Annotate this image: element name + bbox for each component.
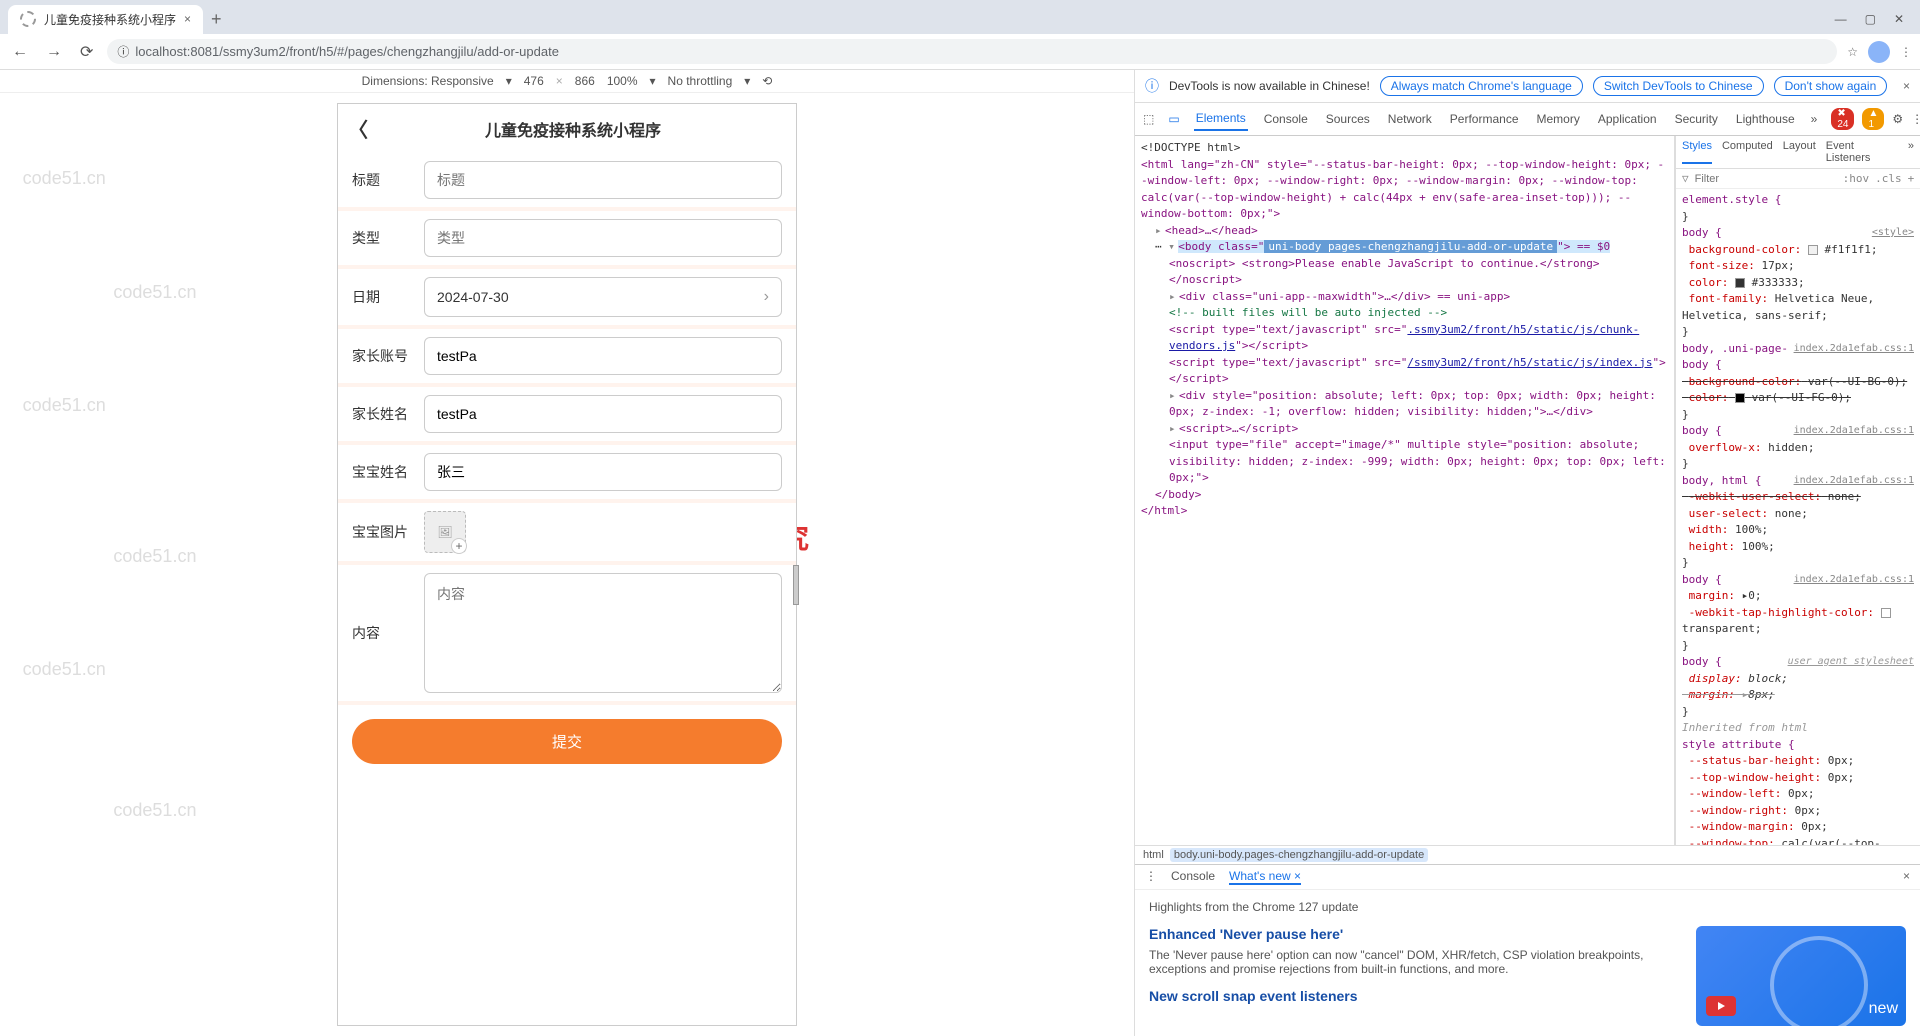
whatsnew-highlights: Highlights from the Chrome 127 update [1149,900,1906,914]
minimize-icon[interactable]: — [1835,12,1847,26]
input-type[interactable] [424,219,782,257]
resize-handle[interactable] [793,565,799,605]
rotate-icon[interactable]: ⟲ [762,74,772,88]
label-content: 内容 [352,573,424,643]
phone-preview: 〈 儿童免疫接种系统小程序 标题 类型 日期 2024-07-30 [337,103,797,1026]
warn-count: ▲ 1 [1862,108,1884,130]
browser-tab[interactable]: 儿童免疫接种系统小程序 × [8,5,203,34]
site-info-icon[interactable]: ⓘ [117,43,129,60]
tab-layout[interactable]: Layout [1783,140,1816,164]
url-text: localhost:8081/ssmy3um2/front/h5/#/pages… [135,44,559,59]
dont-show-button[interactable]: Don't show again [1774,76,1888,96]
bookmark-icon[interactable]: ☆ [1847,45,1858,59]
console-drawer: ⋮ Console What's new × × Highlights from… [1135,864,1920,1036]
devtools-tabs: ⬚ ▭ Elements Console Sources Network Per… [1135,103,1920,136]
banner-text: DevTools is now available in Chinese! [1169,79,1370,93]
tab-security[interactable]: Security [1673,108,1720,130]
whatsnew-para-1: The 'Never pause here' option can now "c… [1149,948,1680,976]
dom-tree[interactable]: <!DOCTYPE html> <html lang="zh-CN" style… [1135,136,1675,845]
styles-tabs: Styles Computed Layout Event Listeners » [1676,136,1920,169]
zoom-dropdown[interactable]: 100% [607,74,638,88]
tab-title: 儿童免疫接种系统小程序 [44,11,176,28]
styles-rules[interactable]: element.style { } <style>body { backgrou… [1676,189,1920,845]
whatsnew-heading-1: Enhanced 'Never pause here' [1149,926,1680,942]
tab-computed[interactable]: Computed [1722,140,1773,164]
input-date[interactable]: 2024-07-30 › [424,277,782,317]
tab-event-listeners[interactable]: Event Listeners [1826,140,1898,164]
device-toggle-icon[interactable]: ▭ [1168,112,1179,126]
close-drawer-icon[interactable]: × [1903,869,1910,885]
inspect-icon[interactable]: ⬚ [1143,112,1154,126]
drawer-menu-icon[interactable]: ⋮ [1145,869,1157,885]
more-icon[interactable]: ⋮ [1911,112,1920,126]
drawer-tab-whatsnew[interactable]: What's new × [1229,869,1301,885]
devtools-panel: ⓘ DevTools is now available in Chinese! … [1135,70,1920,1036]
drawer-tab-console[interactable]: Console [1171,869,1215,885]
devtools-locale-banner: ⓘ DevTools is now available in Chinese! … [1135,70,1920,103]
input-baby-name[interactable] [424,453,782,491]
label-baby-photo: 宝宝图片 [352,522,424,542]
label-baby-name: 宝宝姓名 [352,462,424,482]
whatsnew-heading-2: New scroll snap event listeners [1149,988,1680,1004]
back-button[interactable]: ← [8,43,32,61]
breadcrumb[interactable]: html body.uni-body.pages-chengzhangjilu-… [1135,845,1920,864]
menu-icon[interactable]: ⋮ [1900,45,1912,59]
address-bar: ← → ⟳ ⓘ localhost:8081/ssmy3um2/front/h5… [0,34,1920,70]
tab-memory[interactable]: Memory [1535,108,1582,130]
input-parent-account[interactable] [424,337,782,375]
height-input[interactable]: 866 [575,74,595,88]
input-title[interactable] [424,161,782,199]
label-parent-name: 家长姓名 [352,404,424,424]
close-tab-icon[interactable]: × [184,12,191,26]
match-language-button[interactable]: Always match Chrome's language [1380,76,1583,96]
favicon [20,11,36,27]
error-count: ✖ 24 [1831,108,1854,130]
label-date: 日期 [352,287,424,307]
tab-lighthouse[interactable]: Lighthouse [1734,108,1797,130]
switch-chinese-button[interactable]: Switch DevTools to Chinese [1593,76,1764,96]
label-title: 标题 [352,170,424,190]
close-window-icon[interactable]: ✕ [1894,12,1904,26]
input-parent-name[interactable] [424,395,782,433]
throttle-dropdown[interactable]: No throttling [668,74,733,88]
whatsnew-video-card[interactable]: new [1696,926,1906,1026]
tab-performance[interactable]: Performance [1448,108,1521,130]
hov-button[interactable]: :hov [1843,172,1870,185]
image-upload[interactable]: 🖼 [424,511,466,553]
width-input[interactable]: 476 [524,74,544,88]
chevron-right-icon: › [764,288,769,306]
tab-elements[interactable]: Elements [1194,107,1248,131]
reload-button[interactable]: ⟳ [76,42,97,62]
settings-icon[interactable]: ⚙ [1892,112,1903,126]
tab-network[interactable]: Network [1386,108,1434,130]
input-content[interactable] [424,573,782,693]
dimensions-dropdown[interactable]: Dimensions: Responsive [362,74,494,88]
back-icon[interactable]: 〈 [348,114,368,143]
close-banner-icon[interactable]: × [1903,79,1910,93]
new-rule-icon[interactable]: + [1908,172,1915,185]
forward-button[interactable]: → [42,43,66,61]
submit-button[interactable]: 提交 [352,719,782,764]
tab-sources[interactable]: Sources [1324,108,1372,130]
page-title: 儿童免疫接种系统小程序 [380,117,766,141]
label-parent-account: 家长账号 [352,346,424,366]
new-tab-button[interactable]: + [211,9,222,30]
filter-icon: ▽ [1682,172,1689,185]
cls-button[interactable]: .cls [1875,172,1902,185]
styles-filter-input[interactable] [1695,173,1837,185]
chrome-tab-strip: 儿童免疫接种系统小程序 × + — ▢ ✕ ← → ⟳ ⓘ localhost:… [0,0,1920,70]
play-icon [1706,996,1736,1016]
url-input[interactable]: ⓘ localhost:8081/ssmy3um2/front/h5/#/pag… [107,39,1837,64]
info-icon: ⓘ [1145,76,1159,96]
tab-styles[interactable]: Styles [1682,140,1712,164]
profile-avatar[interactable] [1868,41,1890,63]
window-controls: — ▢ ✕ [1835,12,1912,26]
tab-console[interactable]: Console [1262,108,1310,130]
device-toolbar: Dimensions: Responsive ▾ 476 × 866 100% … [0,70,1134,93]
maximize-icon[interactable]: ▢ [1865,12,1876,26]
label-type: 类型 [352,228,424,248]
tab-application[interactable]: Application [1596,108,1659,130]
